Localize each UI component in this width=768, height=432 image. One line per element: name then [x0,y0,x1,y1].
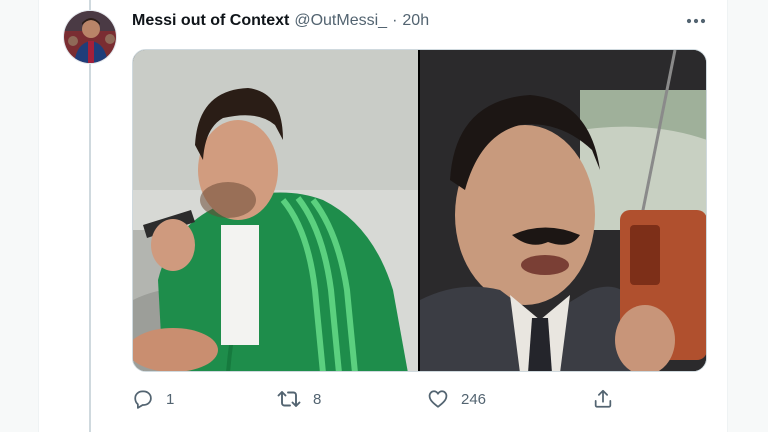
like-count: 246 [461,390,487,408]
tweet-actions: 1 8 246 [132,386,707,412]
heart-icon [428,390,448,408]
user-handle[interactable]: @OutMessi_ [294,12,387,30]
thread-line [89,0,91,432]
tweet-timestamp[interactable]: 20h [402,12,429,30]
more-horizontal-icon [686,18,706,24]
tweet-media[interactable] [132,49,707,372]
reply-icon [134,390,152,409]
retweet-count: 8 [313,390,322,408]
media-photo-left[interactable] [133,50,418,371]
reply-count: 1 [166,390,175,408]
avatar[interactable] [63,10,117,64]
share-icon [594,389,612,408]
display-name[interactable]: Messi out of Context [132,12,289,30]
retweet-button[interactable]: 8 [277,386,321,412]
retweet-icon [277,391,301,407]
share-button[interactable] [592,386,614,412]
tweet-header: Messi out of Context @OutMessi_ · 20h [132,10,429,32]
reply-button[interactable]: 1 [132,386,174,412]
media-photo-right[interactable] [420,50,706,371]
separator-dot: · [392,12,398,29]
like-button[interactable]: 246 [427,386,486,412]
more-options-button[interactable] [684,10,708,32]
